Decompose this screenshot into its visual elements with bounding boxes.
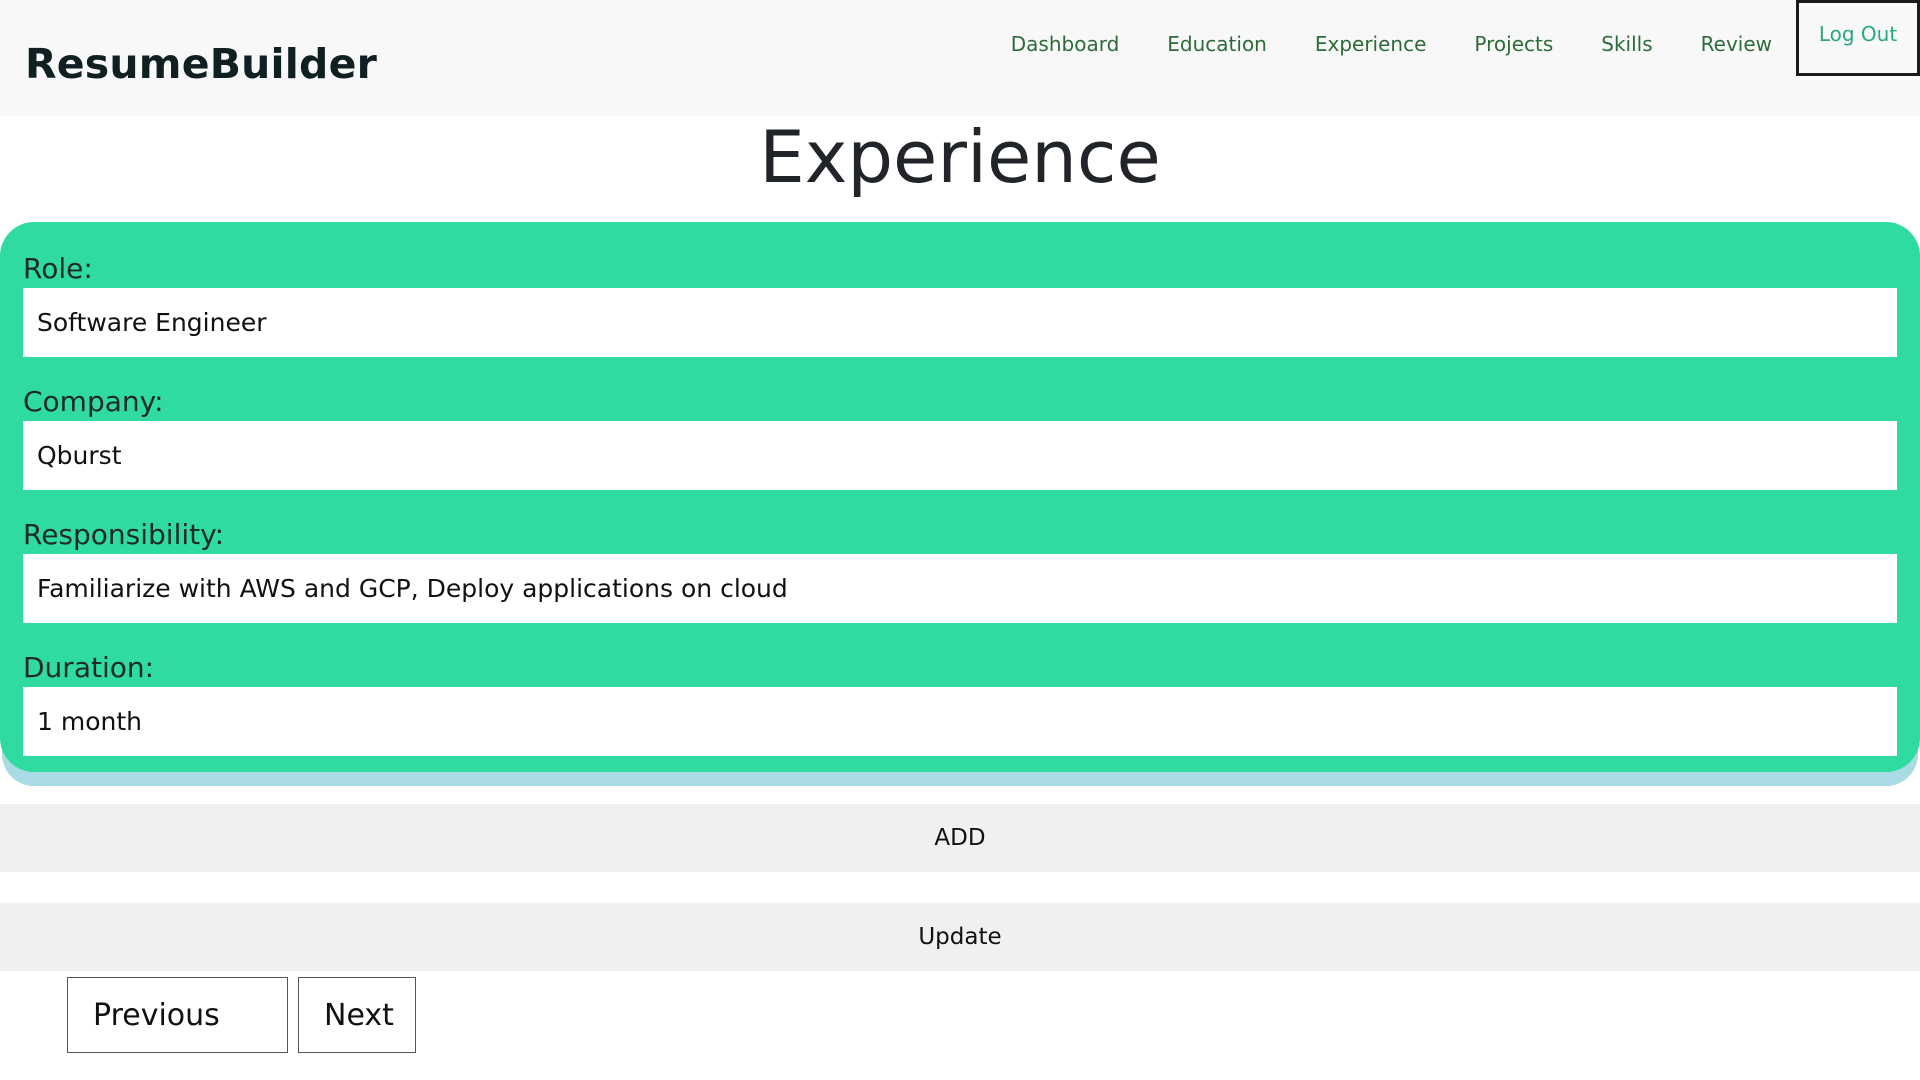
responsibility-label: Responsibility:: [23, 518, 225, 551]
company-label: Company:: [23, 385, 164, 418]
next-button[interactable]: Next: [298, 977, 416, 1053]
nav-link-projects[interactable]: Projects: [1450, 0, 1577, 76]
nav-links: Dashboard Education Experience Projects …: [987, 0, 1920, 76]
add-button[interactable]: ADD: [0, 804, 1920, 872]
role-label: Role:: [23, 252, 93, 285]
company-input[interactable]: [23, 421, 1897, 490]
nav-link-education[interactable]: Education: [1143, 0, 1291, 76]
role-input[interactable]: [23, 288, 1897, 357]
experience-form: Role: Company: Responsibility: Duration:: [0, 222, 1920, 772]
navbar: ResumeBuilder Dashboard Education Experi…: [0, 0, 1920, 116]
duration-input[interactable]: [23, 687, 1897, 756]
page-title: Experience: [759, 115, 1161, 199]
nav-link-dashboard[interactable]: Dashboard: [987, 0, 1144, 76]
update-button[interactable]: Update: [0, 903, 1920, 971]
previous-button[interactable]: Previous: [67, 977, 288, 1053]
logout-button[interactable]: Log Out: [1796, 0, 1920, 76]
nav-link-experience[interactable]: Experience: [1291, 0, 1451, 76]
nav-link-review[interactable]: Review: [1677, 0, 1796, 76]
responsibility-input[interactable]: [23, 554, 1897, 623]
brand-logo[interactable]: ResumeBuilder: [25, 40, 377, 88]
nav-link-skills[interactable]: Skills: [1577, 0, 1676, 76]
duration-label: Duration:: [23, 651, 155, 684]
